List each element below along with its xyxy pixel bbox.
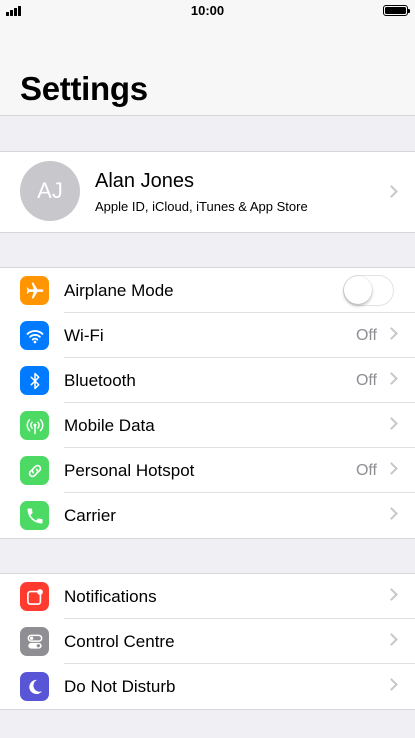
settings-row-notifications[interactable]: Notifications — [0, 574, 415, 619]
settings-row-bluetooth[interactable]: Bluetooth Off — [0, 358, 415, 403]
wifi-label: Wi-Fi — [64, 326, 104, 345]
settings-row-control-centre[interactable]: Control Centre — [0, 619, 415, 664]
chevron-right-icon — [385, 507, 398, 520]
chevron-right-icon — [385, 327, 398, 340]
settings-row-personal-hotspot[interactable]: Personal Hotspot Off — [0, 448, 415, 493]
settings-row-mobile-data[interactable]: Mobile Data — [0, 403, 415, 448]
bluetooth-label: Bluetooth — [64, 371, 136, 390]
airplane-icon — [20, 276, 49, 305]
chevron-right-icon — [385, 417, 398, 430]
wifi-status-value: Off — [355, 327, 377, 344]
profile-subtitle: Apple ID, iCloud, iTunes & App Store — [95, 199, 308, 214]
personal-hotspot-label: Personal Hotspot — [64, 461, 195, 480]
wifi-icon — [20, 321, 49, 350]
mobile-data-label: Mobile Data — [64, 416, 155, 435]
antenna-icon — [20, 411, 49, 440]
connectivity-settings-group: Airplane Mode Wi-Fi Off Bluetooth Off Mo… — [0, 267, 415, 539]
do-not-disturb-label: Do Not Disturb — [64, 677, 176, 696]
phone-icon — [20, 501, 49, 530]
settings-row-carrier[interactable]: Carrier — [0, 493, 415, 538]
bluetooth-icon — [20, 366, 49, 395]
page-title: Settings — [20, 70, 148, 107]
carrier-label: Carrier — [64, 506, 116, 525]
status-time: 10:00 — [190, 3, 225, 18]
settings-row-do-not-disturb[interactable]: Do Not Disturb — [0, 664, 415, 709]
moon-icon — [20, 672, 49, 701]
battery-icon — [383, 5, 410, 16]
status-bar: 10:00 — [0, 0, 415, 22]
chevron-right-icon — [385, 633, 398, 646]
airplane-mode-label: Airplane Mode — [64, 281, 174, 300]
settings-row-airplane-mode: Airplane Mode — [0, 268, 415, 313]
profile-name: Alan Jones — [95, 170, 194, 192]
chevron-right-icon — [385, 462, 398, 475]
chevron-right-icon — [385, 185, 398, 198]
navigation-header: Settings — [0, 22, 415, 116]
apple-id-profile-row[interactable]: AJ Alan Jones Apple ID, iCloud, iTunes &… — [0, 151, 415, 233]
airplane-mode-toggle[interactable] — [343, 275, 394, 306]
switches-icon — [20, 627, 49, 656]
notifications-label: Notifications — [64, 587, 157, 606]
chevron-right-icon — [385, 588, 398, 601]
settings-row-wifi[interactable]: Wi-Fi Off — [0, 313, 415, 358]
chevron-right-icon — [385, 372, 398, 385]
control-centre-label: Control Centre — [64, 632, 175, 651]
system-settings-group: Notifications Control Centre Do Not Dist… — [0, 573, 415, 710]
hotspot-icon — [20, 456, 49, 485]
notifications-icon — [20, 582, 49, 611]
hotspot-status-value: Off — [355, 462, 377, 479]
chevron-right-icon — [385, 678, 398, 691]
avatar: AJ — [20, 161, 80, 221]
bluetooth-status-value: Off — [355, 372, 377, 389]
